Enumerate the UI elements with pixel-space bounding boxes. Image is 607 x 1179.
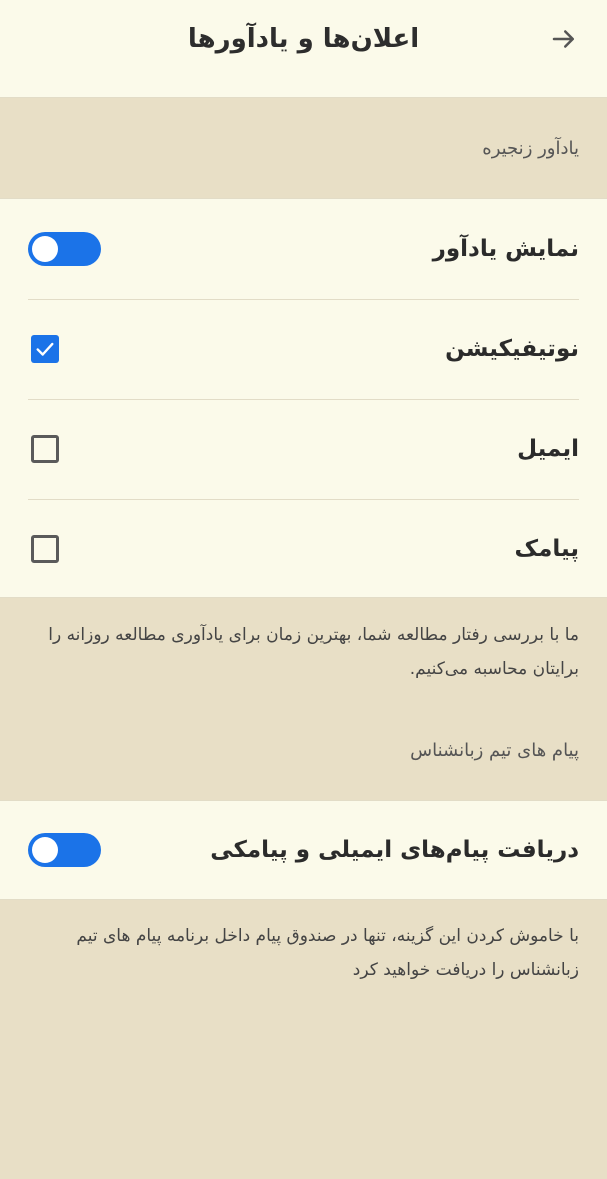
setting-row-email[interactable]: ایمیل <box>0 399 607 499</box>
sms-checkbox[interactable] <box>31 535 59 563</box>
section-title: یادآور زنجیره <box>482 138 579 159</box>
setting-row-receive-email-sms[interactable]: دریافت پیام‌های ایمیلی و پیامکی <box>0 801 607 899</box>
setting-row-show-reminder[interactable]: نمایش یادآور <box>0 199 607 299</box>
team-messages-panel: دریافت پیام‌های ایمیلی و پیامکی <box>0 800 607 900</box>
setting-label: پیامک <box>514 536 579 562</box>
check-icon <box>36 342 54 356</box>
setting-row-notification[interactable]: نوتیفیکیشن <box>0 299 607 399</box>
show-reminder-toggle[interactable] <box>28 232 101 266</box>
notifications-settings-page: اعلان‌ها و یادآورها یادآور زنجیره نمایش … <box>0 0 607 1179</box>
setting-label: نمایش یادآور <box>432 236 579 262</box>
chain-reminder-panel: نمایش یادآور نوتیفیکیشن ایمیل پیامک <box>0 198 607 598</box>
email-checkbox[interactable] <box>31 435 59 463</box>
team-messages-description: با خاموش کردن این گزینه، تنها در صندوق پ… <box>76 926 579 980</box>
setting-label: نوتیفیکیشن <box>445 336 579 362</box>
setting-row-sms[interactable]: پیامک <box>0 499 607 599</box>
page-title: اعلان‌ها و یادآورها <box>187 24 420 54</box>
toggle-knob <box>32 837 58 863</box>
setting-label: دریافت پیام‌های ایمیلی و پیامکی <box>210 837 579 863</box>
section-header-chain-reminder: یادآور زنجیره <box>0 98 607 198</box>
chain-reminder-description: ما با بررسی رفتار مطالعه شما، بهترین زما… <box>48 625 579 679</box>
setting-label: ایمیل <box>517 436 579 462</box>
notification-checkbox[interactable] <box>31 335 59 363</box>
receive-messages-toggle[interactable] <box>28 833 101 867</box>
section-title: پیام های تیم زبانشناس <box>410 740 579 761</box>
app-header: اعلان‌ها و یادآورها <box>0 0 607 98</box>
toggle-knob <box>32 236 58 262</box>
section-header-team-messages: پیام های تیم زبانشناس <box>0 722 607 800</box>
